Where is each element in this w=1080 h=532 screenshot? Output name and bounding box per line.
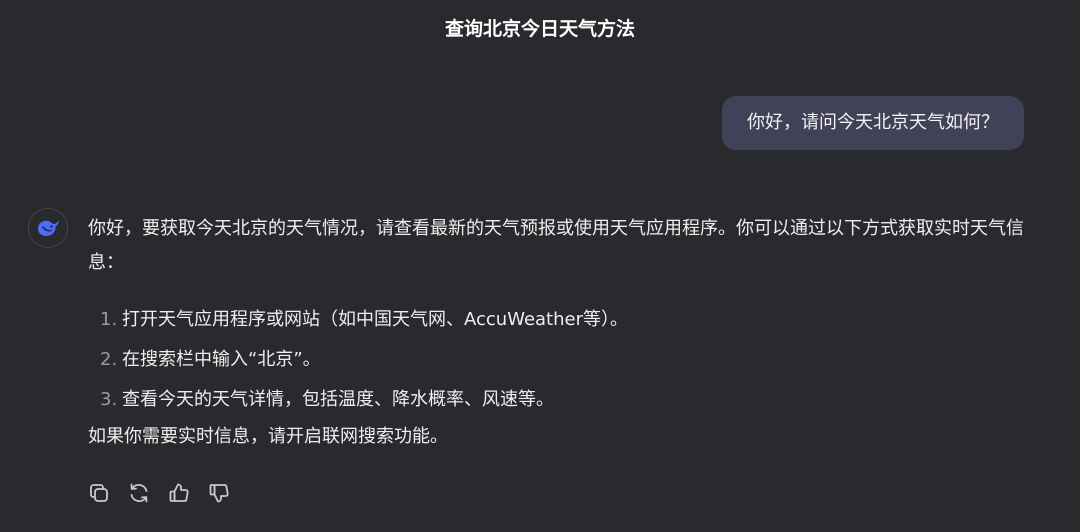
step-text: 查看今天的天气详情，包括温度、降水概率、风速等。 xyxy=(122,389,554,410)
conversation-title: 查询北京今日天气方法 xyxy=(444,18,635,40)
whale-logo-icon xyxy=(38,220,59,236)
thumbs-up-icon xyxy=(169,483,189,502)
assistant-message: 你好，要获取今天北京的天气情况，请查看最新的天气预报或使用天气应用程序。你可以通… xyxy=(88,212,1038,454)
list-item: 3. 查看今天的天气详情，包括温度、降水概率、风速等。 xyxy=(88,380,1038,420)
copy-button[interactable] xyxy=(86,480,112,506)
step-number: 3. xyxy=(100,389,118,410)
step-number: 1. xyxy=(100,309,118,330)
assistant-avatar xyxy=(28,208,68,248)
assistant-intro-text: 你好，要获取今天北京的天气情况，请查看最新的天气预报或使用天气应用程序。你可以通… xyxy=(88,218,1024,273)
steps-list: 1. 打开天气应用程序或网站（如中国天气网、AccuWeather等）。 2. … xyxy=(88,300,1038,420)
thumbs-down-icon xyxy=(209,484,229,503)
step-number: 2. xyxy=(100,349,118,370)
user-message-text: 你好，请问今天北京天气如何？ xyxy=(747,112,999,133)
user-message-bubble: 你好，请问今天北京天气如何？ xyxy=(722,96,1024,150)
chat-page: 查询北京今日天气方法 你好，请问今天北京天气如何？ 你好，要获取今天北京的天气情… xyxy=(0,0,1080,532)
step-text: 打开天气应用程序或网站（如中国天气网、AccuWeather等）。 xyxy=(122,309,628,330)
regenerate-icon xyxy=(130,483,148,503)
list-item: 1. 打开天气应用程序或网站（如中国天气网、AccuWeather等）。 xyxy=(88,300,1038,340)
thumbs-up-button[interactable] xyxy=(166,480,192,506)
regenerate-button[interactable] xyxy=(126,480,152,506)
copy-icon xyxy=(90,484,108,502)
message-actions xyxy=(86,480,232,506)
thumbs-down-button[interactable] xyxy=(206,480,232,506)
assistant-outro-text: 如果你需要实时信息，请开启联网搜索功能。 xyxy=(88,426,448,447)
list-item: 2. 在搜索栏中输入“北京”。 xyxy=(88,340,1038,380)
step-text: 在搜索栏中输入“北京”。 xyxy=(122,349,321,370)
